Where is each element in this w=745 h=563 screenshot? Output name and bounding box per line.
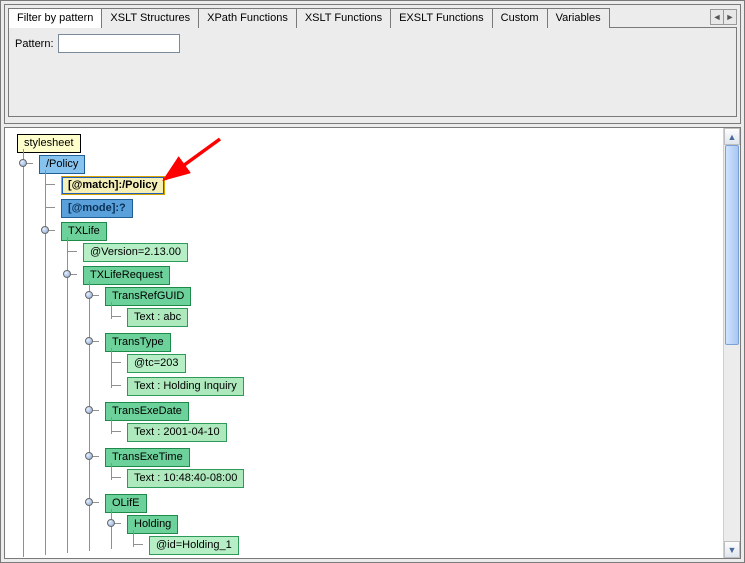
node-label: [@mode]:? [61,199,133,218]
tab-nav: ◄ ► [710,8,737,25]
node-label: Text : 10:48:40-08:00 [127,469,244,488]
tree-node-transtype[interactable]: TransType @tc=203 [99,331,723,400]
expand-handle-icon[interactable] [19,159,27,167]
toolbox-tabstrip: Filter by pattern XSLT Structures XPath … [8,8,737,28]
node-label: @tc=203 [127,354,186,373]
tab-exslt-functions[interactable]: EXSLT Functions [390,8,493,28]
expand-handle-icon[interactable] [85,337,93,345]
scroll-up-button[interactable]: ▲ [724,128,740,145]
tree-node-txliferequest[interactable]: TXLifeRequest TransRefGUID [77,264,723,558]
tab-scroll-left-button[interactable]: ◄ [710,9,724,25]
tree-node-transtype-tc[interactable]: @tc=203 [121,352,723,375]
tree-node-holding[interactable]: Holding @id=Holding_1 [121,513,723,558]
node-label: @id=Holding_1 [149,536,239,555]
node-label: Text : abc [127,308,188,327]
tree-panel: stylesheet /Policy [@match]:/Policy [4,127,741,559]
tab-filter-by-pattern[interactable]: Filter by pattern [8,8,102,28]
node-label: Holding [127,515,178,534]
expand-handle-icon[interactable] [85,406,93,414]
node-label: TXLifeRequest [83,266,170,285]
tree-node-transexedate[interactable]: TransExeDate Text : 2001-04-10 [99,400,723,446]
app-root: Filter by pattern XSLT Structures XPath … [0,0,745,563]
tab-custom[interactable]: Custom [492,8,548,28]
tree-node-transexetime-text[interactable]: Text : 10:48:40-08:00 [121,467,723,490]
node-label: [@match]:/Policy [61,176,165,195]
result-tree: stylesheet /Policy [@match]:/Policy [5,128,723,558]
vertical-scrollbar[interactable]: ▲ ▼ [723,128,740,558]
tree-node-transtype-text[interactable]: Text : Holding Inquiry [121,375,723,398]
pattern-input[interactable] [58,34,180,53]
chevron-up-icon: ▲ [728,132,737,142]
chevron-left-icon: ◄ [713,12,722,22]
node-label: @Version=2.13.00 [83,243,188,262]
tab-xpath-functions[interactable]: XPath Functions [198,8,297,28]
node-label: Text : 2001-04-10 [127,423,227,442]
node-label: stylesheet [17,134,81,153]
tree-node-olife[interactable]: OLifE Holding [99,492,723,558]
expand-handle-icon[interactable] [85,498,93,506]
tree-node-match-attr[interactable]: [@match]:/Policy [55,174,723,197]
node-label: TransExeDate [105,402,189,421]
tab-scroll-right-button[interactable]: ► [723,9,737,25]
tree-node-stylesheet[interactable]: stylesheet /Policy [@match]:/Policy [11,132,723,558]
pattern-label: Pattern: [15,38,54,50]
tree-node-transrefguid-text[interactable]: Text : abc [121,306,723,329]
tree-node-policy-template[interactable]: /Policy [@match]:/Policy [@mode]:? [33,153,723,558]
chevron-right-icon: ► [726,12,735,22]
scroll-thumb[interactable] [725,145,739,345]
node-label: TransType [105,333,171,352]
toolbox-panel: Filter by pattern XSLT Structures XPath … [4,4,741,124]
scroll-down-button[interactable]: ▼ [724,541,740,558]
node-label: TransRefGUID [105,287,191,306]
tab-variables[interactable]: Variables [547,8,610,28]
scroll-track[interactable] [724,145,740,541]
tree-node-transexedate-text[interactable]: Text : 2001-04-10 [121,421,723,444]
tree-node-mode-attr[interactable]: [@mode]:? [55,197,723,220]
node-label: Text : Holding Inquiry [127,377,244,396]
tree-node-holding-id[interactable]: @id=Holding_1 [143,534,723,557]
expand-handle-icon[interactable] [85,291,93,299]
tree-viewport[interactable]: stylesheet /Policy [@match]:/Policy [5,128,723,558]
tree-node-transexetime[interactable]: TransExeTime Text : 10:48:40-08:00 [99,446,723,492]
tree-node-version-attr[interactable]: @Version=2.13.00 [77,241,723,264]
tree-node-transrefguid[interactable]: TransRefGUID Text : abc [99,285,723,331]
pattern-row: Pattern: [15,34,730,53]
node-label: TransExeTime [105,448,190,467]
chevron-down-icon: ▼ [728,545,737,555]
tab-xslt-functions[interactable]: XSLT Functions [296,8,391,28]
expand-handle-icon[interactable] [85,452,93,460]
expand-handle-icon[interactable] [63,270,71,278]
expand-handle-icon[interactable] [41,226,49,234]
filter-by-pattern-page: Pattern: [8,27,737,117]
tree-node-txlife[interactable]: TXLife @Version=2.13.00 [55,220,723,558]
expand-handle-icon[interactable] [107,519,115,527]
tab-xslt-structures[interactable]: XSLT Structures [101,8,199,28]
